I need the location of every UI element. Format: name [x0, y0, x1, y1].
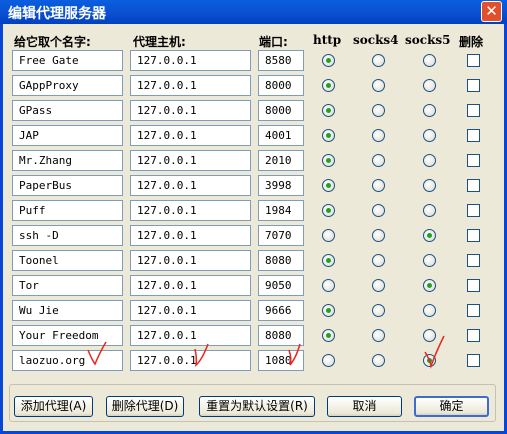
reset-defaults-button[interactable]: 重置为默认设置(R)	[199, 396, 315, 417]
ok-button[interactable]: 确定	[414, 396, 489, 417]
annotation-marks	[87, 335, 445, 369]
annotation-check-name	[87, 341, 107, 366]
add-proxy-button[interactable]: 添加代理(A)	[14, 396, 93, 417]
cancel-button[interactable]: 取消	[327, 396, 402, 417]
remove-proxy-button[interactable]: 删除代理(D)	[106, 396, 184, 417]
annotation-check-port	[288, 343, 301, 366]
annotation-check-host	[194, 343, 209, 367]
annotation-check-socks5	[424, 335, 445, 369]
